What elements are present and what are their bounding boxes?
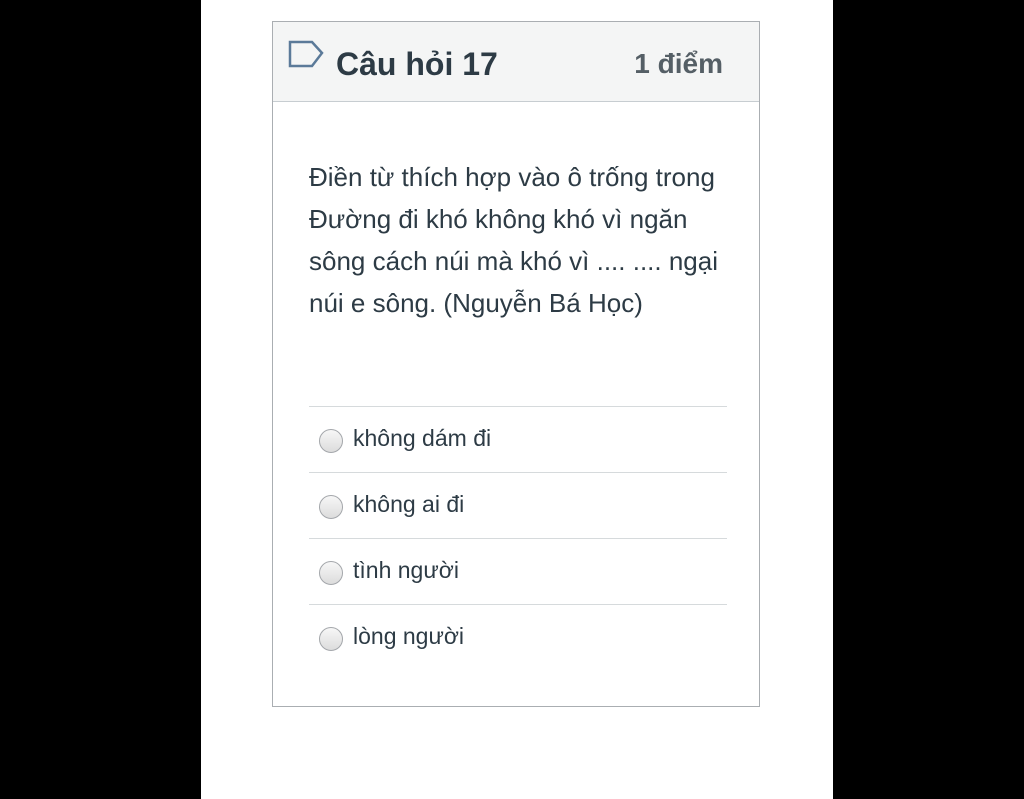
answer-option[interactable]: không dám đi	[309, 407, 727, 473]
question-header: Câu hỏi 17 1 điểm	[273, 22, 759, 102]
question-card: Câu hỏi 17 1 điểm Điền từ thích hợp vào …	[272, 21, 760, 707]
flag-outline-icon[interactable]	[288, 40, 324, 70]
answer-label[interactable]: không ai đi	[353, 489, 464, 519]
answer-label[interactable]: tình người	[353, 555, 459, 585]
answer-label[interactable]: lòng người	[353, 621, 464, 651]
radio-button[interactable]	[319, 561, 343, 585]
page-surface: Câu hỏi 17 1 điểm Điền từ thích hợp vào …	[201, 0, 833, 799]
question-text: Điền từ thích hợp vào ô trống trong Đườn…	[309, 162, 718, 318]
question-points: 1 điểm	[634, 48, 723, 79]
answer-list: không dám đi không ai đi tình người lòng…	[309, 406, 727, 671]
answer-label[interactable]: không dám đi	[353, 423, 491, 453]
answer-option[interactable]: không ai đi	[309, 473, 727, 539]
radio-button[interactable]	[319, 627, 343, 651]
radio-button[interactable]	[319, 429, 343, 453]
radio-button[interactable]	[319, 495, 343, 519]
question-title: Câu hỏi 17	[336, 46, 498, 82]
answer-option[interactable]: tình người	[309, 539, 727, 605]
answer-option[interactable]: lòng người	[309, 605, 727, 671]
